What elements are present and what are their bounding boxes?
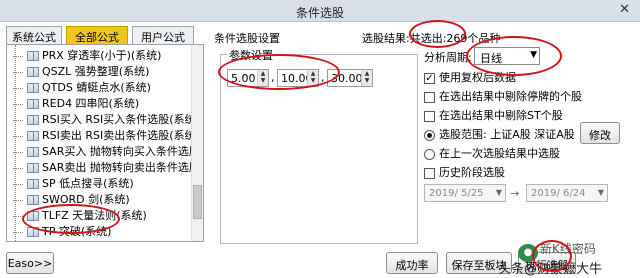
date-to-picker[interactable]: 2019/ 6/24 ▼ xyxy=(526,184,608,202)
date-from-picker[interactable]: 2019/ 5/25 ▼ xyxy=(424,184,506,202)
book-icon xyxy=(27,83,39,93)
window-title: 条件选股 xyxy=(295,6,344,20)
book-icon xyxy=(27,67,39,77)
spinner-icon[interactable]: ▲ ▼ xyxy=(361,70,372,86)
option-exclude-suspended[interactable]: 在选出结果中剔除停牌的个股 xyxy=(424,88,582,104)
success-rate-button[interactable]: 成功率 xyxy=(386,252,438,274)
tree-item[interactable]: PRX 穿透率(小于)(系统) xyxy=(13,47,161,63)
settings-section-label: 条件选股设置 xyxy=(214,32,280,45)
chevron-down-icon: ▼ xyxy=(597,188,604,197)
option-exclude-st[interactable]: 在选出结果中剔除ST个股 xyxy=(424,107,563,123)
date-separator: → xyxy=(510,187,520,200)
book-icon xyxy=(27,163,39,173)
checkbox-icon[interactable] xyxy=(424,110,435,122)
tree-item[interactable]: SAR买入 抛物转向买入条件选股( xyxy=(13,143,203,159)
checkbox-icon[interactable] xyxy=(424,167,435,179)
scrollbar-thumb[interactable] xyxy=(193,185,202,219)
tab-all-formulas[interactable]: 全部公式 xyxy=(66,26,128,44)
annotation-ellipse xyxy=(409,20,466,48)
book-icon xyxy=(27,131,39,141)
tree-item[interactable]: RSI卖出 RSI卖出条件选股(系统) xyxy=(13,127,200,143)
book-icon xyxy=(27,147,39,157)
annotation-ellipse xyxy=(466,36,562,76)
book-icon xyxy=(27,51,39,61)
tree-item[interactable]: RSI买入 RSI买入条件选股(系统) xyxy=(13,111,200,127)
tree-item[interactable]: RED4 四串阳(系统) xyxy=(13,95,139,111)
book-icon xyxy=(27,195,39,205)
scope-radio-last-result[interactable]: 在上一次选股结果中选股 xyxy=(424,145,560,161)
advanced-button[interactable]: Easo>> xyxy=(6,252,54,274)
radio-icon[interactable] xyxy=(424,148,435,160)
checkbox-icon[interactable] xyxy=(424,91,435,103)
modify-button[interactable]: 修改 xyxy=(580,122,620,144)
book-icon xyxy=(27,99,39,109)
option-history-stage[interactable]: 历史阶段选股 xyxy=(424,164,505,180)
tree-item[interactable]: SAR卖出 抛物转向卖出条件选股(系 xyxy=(13,159,203,175)
tree-scrollbar[interactable] xyxy=(191,45,203,241)
tree-item[interactable]: QTDS 蜻蜓点水(系统) xyxy=(13,79,151,95)
chevron-down-icon: ▼ xyxy=(495,188,502,197)
radio-icon[interactable] xyxy=(424,129,435,141)
tree-item[interactable]: QSZL 强势整理(系统) xyxy=(13,63,149,79)
book-icon xyxy=(27,115,39,125)
title-bar: 条件选股 ✕ xyxy=(0,0,640,22)
annotation-ellipse xyxy=(218,54,340,90)
checkbox-icon[interactable]: ✓ xyxy=(424,72,435,84)
scope-radio-range[interactable]: 选股范围: 上证A股 深证A股 xyxy=(424,126,575,142)
annotation-ellipse xyxy=(22,204,120,234)
period-label: 分析周期: xyxy=(424,51,472,64)
tab-user-formulas[interactable]: 用户公式 xyxy=(132,26,194,44)
tree-item[interactable]: SP 低点搜寻(系统) xyxy=(13,175,134,191)
tab-system-formulas[interactable]: 系统公式 xyxy=(6,26,62,44)
annotation-ellipse xyxy=(532,240,572,272)
book-icon xyxy=(27,179,39,189)
close-icon[interactable]: ✕ xyxy=(619,2,630,17)
